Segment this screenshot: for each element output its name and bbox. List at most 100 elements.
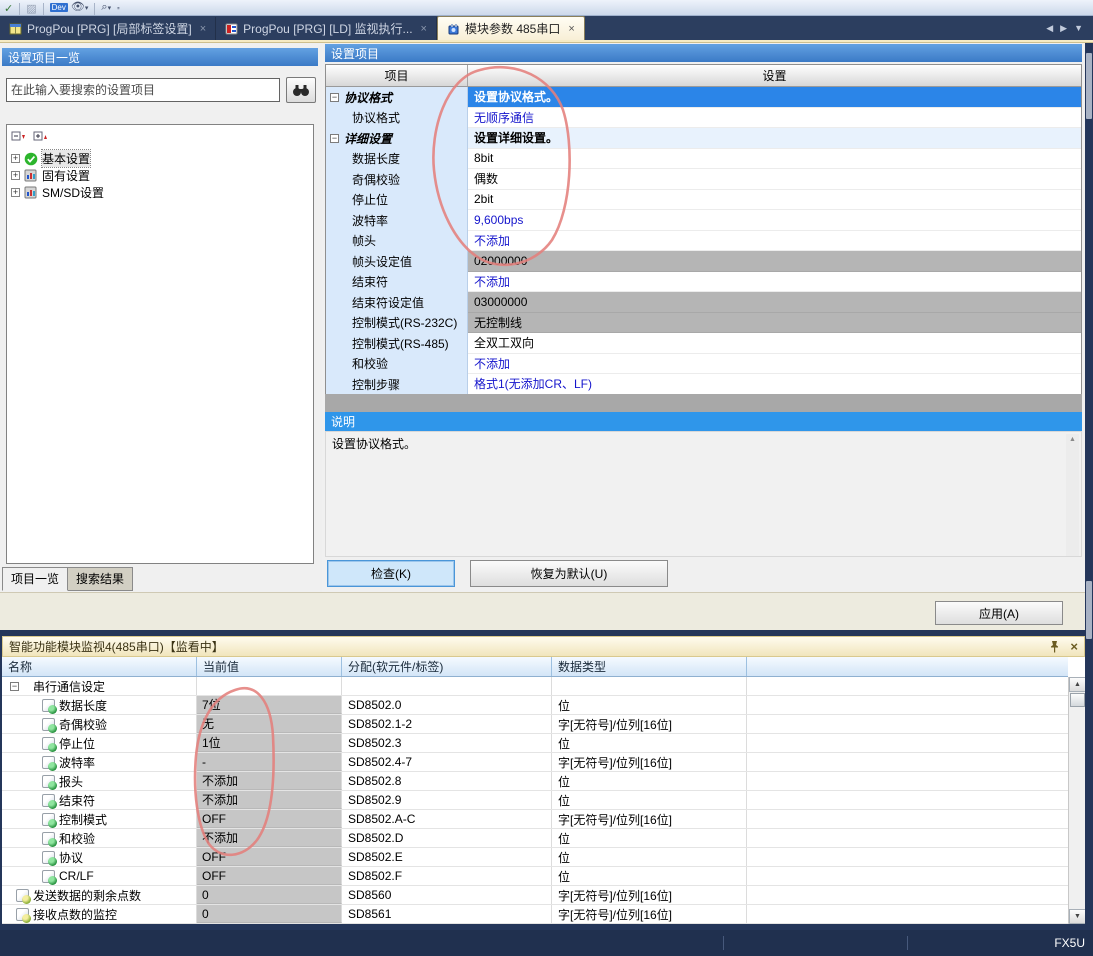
expand-icon[interactable]: + xyxy=(11,154,20,163)
scroll-down-icon[interactable]: ▼ xyxy=(1069,909,1085,924)
monitor-row[interactable]: 结束符不添加SD8502.9位 xyxy=(2,791,1068,810)
tab-search-results[interactable]: 搜索结果 xyxy=(67,567,133,591)
tab-module-parameter-485[interactable]: 模块参数 485串口 × xyxy=(437,16,585,40)
monitor-current-value-cell: 不添加 xyxy=(197,829,342,847)
setting-value-cell[interactable]: 全双工双向 xyxy=(468,333,1081,354)
description-scrollbar[interactable]: ▲ xyxy=(1066,434,1079,556)
zoom-tool-icon[interactable]: ⌕▾ xyxy=(101,1,111,15)
monitor-row[interactable]: 接收点数的监控0SD8561字[无符号]/位列[16位] xyxy=(2,905,1068,924)
tree-item-label: SM/SD设置 xyxy=(42,184,104,201)
setting-value-cell[interactable]: 设置协议格式。 xyxy=(468,87,1081,108)
setting-value-cell[interactable]: 不添加 xyxy=(468,272,1081,293)
monitor-row[interactable]: 协议OFFSD8502.E位 xyxy=(2,848,1068,867)
tab-item-list[interactable]: 项目一览 xyxy=(2,567,68,591)
settings-row[interactable]: 帧头不添加 xyxy=(326,231,1081,252)
docked-tab-sliver[interactable] xyxy=(1086,581,1092,639)
settings-row[interactable]: −协议格式设置协议格式。 xyxy=(326,87,1081,108)
tree-item-label: 固有设置 xyxy=(42,167,90,184)
tree-item-smsd-settings[interactable]: + SM/SD设置 xyxy=(7,184,313,201)
scrollbar-thumb[interactable] xyxy=(1070,693,1085,707)
settings-row[interactable]: −详细设置设置详细设置。 xyxy=(326,128,1081,149)
close-icon[interactable]: × xyxy=(200,23,206,35)
setting-value-cell[interactable]: 无顺序通信 xyxy=(468,108,1081,129)
scroll-tabs-right-icon[interactable]: ▶ xyxy=(1060,23,1067,34)
scroll-up-icon[interactable]: ▲ xyxy=(1069,677,1085,692)
collapse-icon[interactable]: − xyxy=(330,93,339,102)
restore-default-button[interactable]: 恢复为默认(U) xyxy=(470,560,668,587)
monitor-extra-cell xyxy=(747,867,1068,885)
setting-value-cell[interactable]: 9,600bps xyxy=(468,210,1081,231)
search-button[interactable] xyxy=(286,77,316,103)
monitor-row[interactable]: 奇偶校验无SD8502.1-2字[无符号]/位列[16位] xyxy=(2,715,1068,734)
settings-row[interactable]: 控制模式(RS-485)全双工双向 xyxy=(326,333,1081,354)
monitor-row[interactable]: 发送数据的剩余点数0SD8560字[无符号]/位列[16位] xyxy=(2,886,1068,905)
tab-progpou-local-labels[interactable]: ProgPou [PRG] [局部标签设置] × xyxy=(0,17,216,40)
monitor-device-cell: SD8502.8 xyxy=(342,772,552,790)
collapse-icon[interactable]: − xyxy=(10,682,19,691)
monitor-type-cell: 位 xyxy=(552,696,747,714)
apply-button[interactable]: 应用(A) xyxy=(935,601,1063,625)
monitor-row[interactable]: 波特率-SD8502.4-7字[无符号]/位列[16位] xyxy=(2,753,1068,772)
expand-icon[interactable]: + xyxy=(11,171,20,180)
settings-row[interactable]: 结束符不添加 xyxy=(326,272,1081,293)
setting-item-cell: 数据长度 xyxy=(326,149,468,170)
setting-value-cell[interactable]: 不添加 xyxy=(468,354,1081,375)
collapse-all-icon[interactable] xyxy=(11,130,28,144)
monitor-row[interactable]: 报头不添加SD8502.8位 xyxy=(2,772,1068,791)
check-program-icon[interactable]: ✓ xyxy=(4,3,13,15)
setting-value-cell[interactable]: 设置详细设置。 xyxy=(468,128,1081,149)
check-button[interactable]: 检查(K) xyxy=(327,560,455,587)
monitor-row[interactable]: −串行通信设定 xyxy=(2,677,1068,696)
settings-row[interactable]: 奇偶校验偶数 xyxy=(326,169,1081,190)
setting-value-cell[interactable]: 02000000 xyxy=(468,251,1081,272)
tab-progpou-ld-monitor[interactable]: ProgPou [PRG] [LD] 监视执行... × xyxy=(216,17,437,40)
setting-value-cell[interactable]: 偶数 xyxy=(468,169,1081,190)
docked-panel-edge xyxy=(1085,43,1093,930)
pin-icon[interactable] xyxy=(1049,640,1060,653)
monitor-name-label: 报头 xyxy=(59,773,83,790)
scroll-up-icon[interactable]: ▲ xyxy=(1069,434,1076,446)
device-display-icon[interactable]: Dev 👁▾ xyxy=(50,1,89,15)
collapse-icon[interactable]: − xyxy=(330,134,339,143)
settings-row[interactable]: 协议格式无顺序通信 xyxy=(326,108,1081,129)
setting-value-cell[interactable]: 不添加 xyxy=(468,231,1081,252)
close-icon[interactable]: × xyxy=(568,23,574,35)
settings-row[interactable]: 数据长度8bit xyxy=(326,149,1081,170)
settings-row[interactable]: 帧头设定值02000000 xyxy=(326,251,1081,272)
setting-value-cell[interactable]: 03000000 xyxy=(468,292,1081,313)
setting-value-cell[interactable]: 无控制线 xyxy=(468,313,1081,334)
expand-all-icon[interactable] xyxy=(33,130,50,144)
monitor-row[interactable]: 停止位1位SD8502.3位 xyxy=(2,734,1068,753)
toolbar-overflow-icon[interactable]: ⹀ xyxy=(117,3,120,15)
monitor-row[interactable]: CR/LFOFFSD8502.F位 xyxy=(2,867,1068,886)
monitor-row[interactable]: 数据长度7位SD8502.0位 xyxy=(2,696,1068,715)
docked-tab-sliver[interactable] xyxy=(1086,53,1092,119)
tree-item-basic-settings[interactable]: + 基本设置 xyxy=(7,150,313,167)
setting-value-cell[interactable]: 2bit xyxy=(468,190,1081,211)
panel-title: 设置项目 xyxy=(325,44,1082,62)
monitor-type-cell: 位 xyxy=(552,848,747,866)
settings-row[interactable]: 控制步骤格式1(无添加CR、LF) xyxy=(326,374,1081,395)
tab-list-dropdown-icon[interactable]: ▼ xyxy=(1074,23,1083,33)
monitor-scrollbar[interactable]: ▲ ▼ xyxy=(1068,677,1085,924)
settings-row[interactable]: 结束符设定值03000000 xyxy=(326,292,1081,313)
device-icon xyxy=(42,775,55,788)
search-input[interactable] xyxy=(6,78,280,102)
setting-value-cell[interactable]: 8bit xyxy=(468,149,1081,170)
tree-item-inherent-settings[interactable]: + 固有设置 xyxy=(7,167,313,184)
expand-icon[interactable]: + xyxy=(11,188,20,197)
settings-row[interactable]: 波特率9,600bps xyxy=(326,210,1081,231)
monitor-row[interactable]: 控制模式OFFSD8502.A-C字[无符号]/位列[16位] xyxy=(2,810,1068,829)
settings-row[interactable]: 控制模式(RS-232C)无控制线 xyxy=(326,313,1081,334)
close-icon[interactable]: × xyxy=(1070,640,1078,653)
close-icon[interactable]: × xyxy=(421,23,427,35)
device-icon xyxy=(42,794,55,807)
scroll-tabs-left-icon[interactable]: ◀ xyxy=(1046,23,1053,34)
device-icon xyxy=(16,908,29,921)
settings-row[interactable]: 停止位2bit xyxy=(326,190,1081,211)
monitor-row[interactable]: 和校验不添加SD8502.D位 xyxy=(2,829,1068,848)
setting-value-cell[interactable]: 格式1(无添加CR、LF) xyxy=(468,374,1081,395)
monitor-current-value-cell: - xyxy=(197,753,342,771)
monitor-name-cell: 协议 xyxy=(2,848,197,866)
settings-row[interactable]: 和校验不添加 xyxy=(326,354,1081,375)
